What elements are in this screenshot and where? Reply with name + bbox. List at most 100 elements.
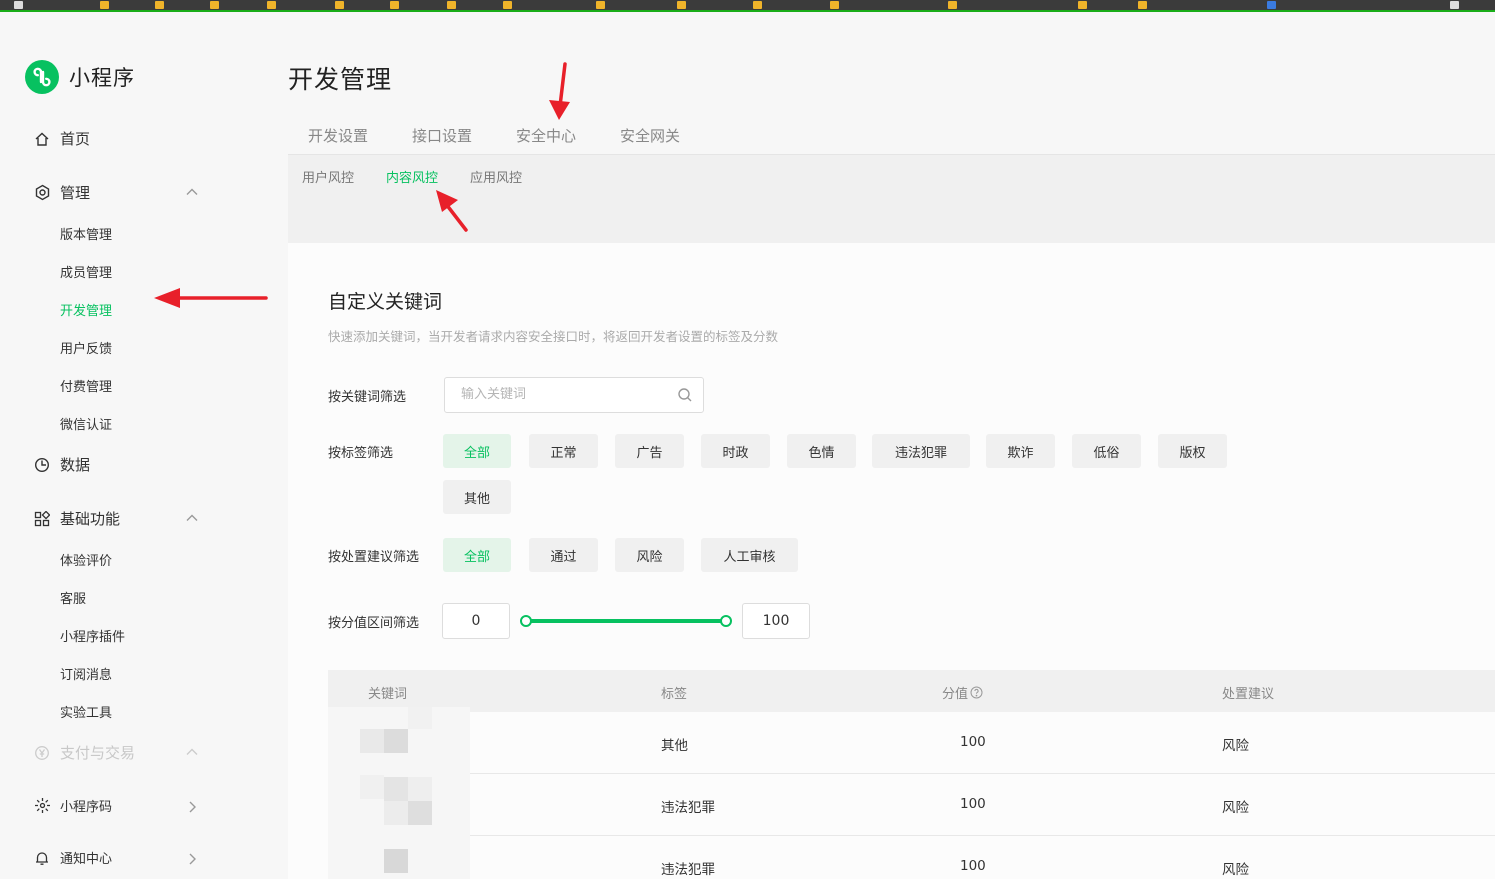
- yen-coin-icon: [33, 744, 51, 762]
- tag-chip-ad[interactable]: 广告: [615, 434, 684, 468]
- sidebar-item-basic[interactable]: 基础功能: [33, 508, 120, 529]
- chevron-up-icon[interactable]: [185, 511, 199, 525]
- cell-suggest: 风险: [1222, 862, 1249, 878]
- sidebar-item-subscribe[interactable]: 订阅消息: [60, 664, 112, 683]
- tab-security-center[interactable]: 安全中心: [516, 125, 576, 146]
- grid-icon: [33, 510, 51, 528]
- subtab-user-risk[interactable]: 用户风控: [302, 167, 354, 186]
- sidebar-item-billing[interactable]: 付费管理: [60, 376, 112, 395]
- tag-chip-illegal[interactable]: 违法犯罪: [872, 434, 970, 468]
- filter-label-keyword: 按关键词筛选: [328, 390, 407, 405]
- column-header-score-label: 分值: [942, 687, 969, 702]
- tag-chip-normal[interactable]: 正常: [529, 434, 598, 468]
- sidebar-item-review[interactable]: 体验评价: [60, 550, 112, 569]
- sidebar-item-label: 小程序码: [60, 800, 113, 815]
- tab-dev-settings[interactable]: 开发设置: [308, 125, 368, 146]
- cell-suggest: 风险: [1222, 800, 1249, 816]
- sidebar-item-wechat-verify[interactable]: 微信认证: [60, 414, 112, 433]
- suggest-chip-pass[interactable]: 通过: [529, 538, 598, 572]
- table-header: 关键词 标签 分值 处置建议: [328, 670, 1495, 712]
- sidebar-item-payment[interactable]: 支付与交易: [33, 742, 135, 763]
- sidebar-item-members[interactable]: 成员管理: [60, 262, 112, 281]
- sidebar-item-data[interactable]: 数据: [33, 454, 90, 475]
- score-max-input[interactable]: 100: [742, 603, 810, 639]
- suggest-chip-manual-review[interactable]: 人工审核: [701, 538, 798, 572]
- sidebar-item-dev-manage[interactable]: 开发管理: [60, 300, 112, 319]
- score-slider-min-handle[interactable]: [520, 615, 532, 627]
- column-header-tag: 标签: [661, 687, 688, 702]
- app-name: 小程序: [69, 66, 135, 90]
- sidebar-item-label: 基础功能: [60, 510, 121, 528]
- redacted-keywords-mosaic: [328, 707, 470, 879]
- score-range-slider[interactable]: [526, 619, 726, 623]
- cell-tag: 违法犯罪: [661, 862, 715, 878]
- sidebar-item-manage[interactable]: 管理: [33, 182, 90, 203]
- suggest-chip-risk[interactable]: 风险: [615, 538, 684, 572]
- sun-code-icon: [33, 797, 51, 815]
- section-description: 快速添加关键词，当开发者请求内容安全接口时，将返回开发者设置的标签及分数: [328, 329, 779, 344]
- sidebar-item-feedback[interactable]: 用户反馈: [60, 338, 112, 357]
- settings-icon: [33, 184, 51, 202]
- page-title: 开发管理: [288, 65, 393, 94]
- table-row: 违法犯罪 100 风险: [328, 774, 1495, 836]
- keyword-panel: 自定义关键词 快速添加关键词，当开发者请求内容安全接口时，将返回开发者设置的标签…: [288, 243, 1495, 879]
- app-logo[interactable]: 小程序: [25, 60, 135, 94]
- table-row: 违法犯罪 100 风险: [328, 836, 1495, 879]
- cell-tag: 违法犯罪: [661, 800, 715, 816]
- sidebar-item-label: 首页: [60, 130, 91, 148]
- section-title: 自定义关键词: [328, 291, 443, 313]
- filter-label-tag: 按标签筛选: [328, 446, 394, 461]
- sidebar-item-qrcode[interactable]: 小程序码: [33, 796, 112, 815]
- score-min-input[interactable]: 0: [442, 603, 510, 639]
- subtab-content-risk[interactable]: 内容风控: [386, 167, 438, 186]
- sidebar-item-lab[interactable]: 实验工具: [60, 702, 112, 721]
- home-icon: [33, 130, 51, 148]
- tab-security-gateway[interactable]: 安全网关: [620, 125, 680, 146]
- main-tabs: 开发设置 接口设置 安全中心 安全网关: [288, 118, 1495, 155]
- chevron-right-icon[interactable]: [185, 800, 199, 814]
- sidebar-item-notify[interactable]: 通知中心: [33, 848, 112, 867]
- tag-chip-fraud[interactable]: 欺诈: [986, 434, 1055, 468]
- sidebar-item-version[interactable]: 版本管理: [60, 224, 112, 243]
- cell-tag: 其他: [661, 738, 688, 754]
- column-header-keyword: 关键词: [368, 687, 408, 702]
- sidebar-item-label: 通知中心: [60, 852, 113, 867]
- chevron-right-icon[interactable]: [185, 852, 199, 866]
- tag-chip-other[interactable]: 其他: [443, 480, 511, 514]
- tag-chip-politics[interactable]: 时政: [701, 434, 770, 468]
- tag-chip-all[interactable]: 全部: [443, 434, 511, 468]
- cell-score: 100: [960, 858, 986, 874]
- sidebar-item-label: 支付与交易: [60, 744, 136, 762]
- filter-label-suggest: 按处置建议筛选: [328, 550, 420, 565]
- suggest-chip-all[interactable]: 全部: [443, 538, 511, 572]
- tag-chip-vulgar[interactable]: 低俗: [1072, 434, 1141, 468]
- bell-icon: [33, 849, 51, 867]
- table-row: 其他 100 风险: [328, 712, 1495, 774]
- cell-score: 100: [960, 734, 986, 750]
- subtab-app-risk[interactable]: 应用风控: [470, 167, 522, 186]
- pie-chart-icon: [33, 456, 51, 474]
- tag-chip-copyright[interactable]: 版权: [1158, 434, 1227, 468]
- tag-chip-porn[interactable]: 色情: [787, 434, 856, 468]
- browser-bookmark-bar: [0, 0, 1495, 12]
- sidebar-item-home[interactable]: 首页: [33, 128, 90, 149]
- search-icon[interactable]: [677, 387, 693, 403]
- mini-program-logo-icon: [25, 60, 59, 94]
- score-slider-max-handle[interactable]: [720, 615, 732, 627]
- cell-suggest: 风险: [1222, 738, 1249, 754]
- chevron-up-icon[interactable]: [185, 745, 199, 759]
- cell-score: 100: [960, 796, 986, 812]
- tab-api-settings[interactable]: 接口设置: [412, 125, 472, 146]
- sidebar: 小程序 首页 管理 版本管理 成员管理 开发管理 用户反馈 付费管理 微信认证 …: [0, 14, 288, 879]
- help-icon[interactable]: [970, 686, 983, 699]
- filter-label-score: 按分值区间筛选: [328, 616, 420, 631]
- chevron-up-icon[interactable]: [185, 185, 199, 199]
- keyword-search-input[interactable]: [461, 387, 661, 402]
- column-header-score: 分值: [942, 683, 983, 702]
- keyword-search-box[interactable]: [444, 377, 704, 413]
- sidebar-item-service[interactable]: 客服: [60, 588, 86, 607]
- column-header-suggest: 处置建议: [1222, 687, 1275, 702]
- sub-tabs: 用户风控 内容风控 应用风控: [288, 155, 1495, 243]
- sidebar-item-plugin[interactable]: 小程序插件: [60, 626, 125, 645]
- annotation-arrow-icon: [549, 62, 570, 120]
